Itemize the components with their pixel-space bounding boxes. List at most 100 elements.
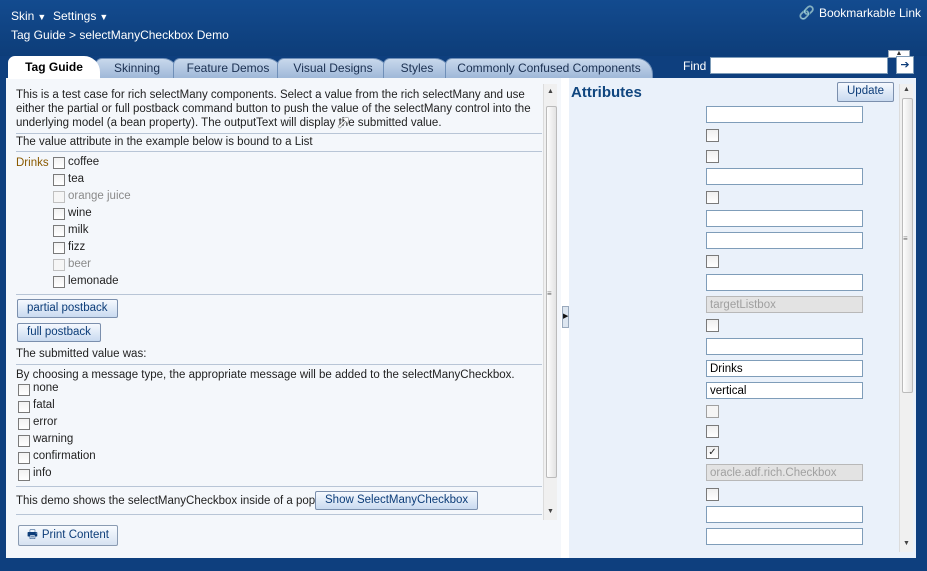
- readonly-checkbox[interactable]: [706, 425, 719, 438]
- drink-label: coffee: [68, 156, 100, 168]
- label-input[interactable]: Drinks: [706, 360, 863, 377]
- skin-menu[interactable]: Skin ▼: [11, 9, 46, 23]
- list-note: The value attribute in the example below…: [16, 136, 313, 148]
- autosubmit-checkbox[interactable]: [706, 129, 719, 142]
- tab-skinning[interactable]: Skinning: [95, 58, 179, 78]
- contentstyle-input[interactable]: [706, 210, 863, 227]
- drink-label: fizz: [68, 241, 86, 253]
- message-label: warning: [33, 433, 74, 445]
- customizationid-input[interactable]: [706, 232, 863, 249]
- tab-tag-guide[interactable]: Tag Guide: [8, 56, 100, 79]
- main-content: This is a test case for rich selectMany …: [6, 78, 916, 558]
- message-label: none: [33, 382, 59, 394]
- checkmark-icon: ✓: [708, 447, 717, 458]
- id-input: targetListbox: [706, 296, 863, 313]
- arrow-right-icon[interactable]: ➔: [896, 56, 914, 74]
- message-checkbox-confirmation[interactable]: [18, 452, 30, 464]
- drink-checkbox-orange-juice: [53, 191, 65, 203]
- update-button[interactable]: Update: [837, 82, 895, 102]
- grip-icon: ≡: [903, 234, 908, 243]
- helptopicid-input[interactable]: [706, 274, 863, 291]
- drink-label: tea: [68, 173, 84, 185]
- message-label: confirmation: [33, 450, 96, 462]
- message-label: error: [33, 416, 58, 428]
- divider: [16, 514, 542, 515]
- drink-checkbox-coffee[interactable]: [53, 157, 65, 169]
- popup-note: This demo shows the selectManyCheckbox i…: [16, 495, 332, 507]
- drink-checkbox-tea[interactable]: [53, 174, 65, 186]
- attributes-panel: Attributes Update accessKey autoSubmit c…: [569, 78, 916, 558]
- drink-label: milk: [68, 224, 89, 236]
- bookmarkable-link-label: Bookmarkable Link: [818, 6, 921, 20]
- accesskey-input[interactable]: [706, 106, 863, 123]
- settings-menu-label: Settings: [53, 9, 97, 23]
- requiredmessagedetail-input[interactable]: [706, 506, 863, 523]
- message-checkbox-fatal[interactable]: [18, 401, 30, 413]
- drink-checkbox-fizz[interactable]: [53, 242, 65, 254]
- chevron-down-icon: ▼: [37, 12, 47, 22]
- tab-bar: Tag Guide Skinning Feature Demos Visual …: [0, 56, 927, 79]
- divider: [16, 486, 542, 487]
- printer-icon: 🖶: [27, 529, 38, 541]
- intro-text: This is a test case for rich selectMany …: [16, 89, 531, 129]
- find-input[interactable]: [710, 57, 888, 74]
- layout-input[interactable]: vertical: [706, 382, 863, 399]
- changeddesc-input[interactable]: [706, 168, 863, 185]
- drink-checkbox-wine[interactable]: [53, 208, 65, 220]
- scroll-up-arrow-icon[interactable]: ▲: [547, 88, 554, 95]
- attributes-title: Attributes: [571, 84, 642, 101]
- bookmarkable-link[interactable]: 🔗 Bookmarkable Link: [799, 5, 921, 21]
- breadcrumb[interactable]: Tag Guide > selectManyCheckbox Demo: [11, 28, 229, 42]
- drink-label: lemonade: [68, 275, 119, 287]
- tab-feature-demos[interactable]: Feature Demos: [173, 58, 283, 78]
- scroll-down-arrow-icon[interactable]: ▼: [547, 508, 554, 515]
- mouse-pointer-icon: ➚: [336, 112, 352, 132]
- drink-checkbox-beer: [53, 259, 65, 271]
- demo-scroll-area: This is a test case for rich selectMany …: [11, 84, 542, 519]
- drinks-label: Drinks: [16, 157, 49, 169]
- immediate-checkbox[interactable]: [706, 319, 719, 332]
- partial-postback-button[interactable]: partial postback: [17, 299, 118, 318]
- scroll-up-arrow-icon[interactable]: ▲: [903, 86, 910, 93]
- disabled-checkbox[interactable]: [706, 255, 719, 268]
- submitted-label: The submitted value was:: [16, 348, 147, 360]
- divider: [16, 294, 542, 295]
- print-content-button[interactable]: 🖶 Print Content: [18, 525, 118, 546]
- find-label: Find: [683, 59, 707, 73]
- message-label: info: [33, 467, 52, 479]
- drink-label: wine: [68, 207, 92, 219]
- message-checkbox-info[interactable]: [18, 469, 30, 481]
- link-icon: 🔗: [798, 5, 815, 20]
- divider: [16, 364, 542, 365]
- changed-checkbox[interactable]: [706, 150, 719, 163]
- demo-scrollbar[interactable]: ▲ ≡ ▼: [543, 84, 557, 520]
- inlinestyle-input[interactable]: [706, 338, 863, 355]
- drink-checkbox-lemonade[interactable]: [53, 276, 65, 288]
- print-content-label: Print Content: [41, 529, 109, 541]
- settings-menu[interactable]: Settings ▼: [53, 9, 108, 23]
- scroll-down-arrow-icon[interactable]: ▼: [903, 540, 910, 547]
- panel-splitter-toggle[interactable]: ▶: [562, 306, 569, 328]
- tab-commonly-confused-components[interactable]: Commonly Confused Components: [445, 58, 653, 78]
- renderertype-input: oracle.adf.rich.Checkbox: [706, 464, 863, 481]
- drink-label: beer: [68, 258, 92, 270]
- full-postback-button[interactable]: full postback: [17, 323, 101, 342]
- drink-label: orange juice: [68, 190, 131, 202]
- shortdesc-input[interactable]: [706, 528, 863, 545]
- grip-icon: ≡: [547, 289, 552, 298]
- rendered-checkbox[interactable]: ✓: [706, 446, 719, 459]
- message-checkbox-error[interactable]: [18, 418, 30, 430]
- tab-styles[interactable]: Styles: [383, 58, 451, 78]
- required-checkbox[interactable]: [706, 488, 719, 501]
- drink-checkbox-milk[interactable]: [53, 225, 65, 237]
- skin-menu-label: Skin: [11, 9, 35, 23]
- top-bar: Skin ▼ Settings ▼ Tag Guide > selectManyCh…: [0, 0, 927, 58]
- scrollbar-thumb[interactable]: [902, 98, 913, 393]
- attributes-scrollbar[interactable]: ▲ ≡ ▼: [899, 84, 913, 552]
- message-checkbox-warning[interactable]: [18, 435, 30, 447]
- localvalueset-checkbox: [706, 405, 719, 418]
- tab-visual-designs[interactable]: Visual Designs: [277, 58, 389, 78]
- show-selectmanycheckbox-button[interactable]: Show SelectManyCheckbox: [315, 491, 479, 510]
- clientcomponent-checkbox[interactable]: [706, 191, 719, 204]
- message-checkbox-none[interactable]: [18, 384, 30, 396]
